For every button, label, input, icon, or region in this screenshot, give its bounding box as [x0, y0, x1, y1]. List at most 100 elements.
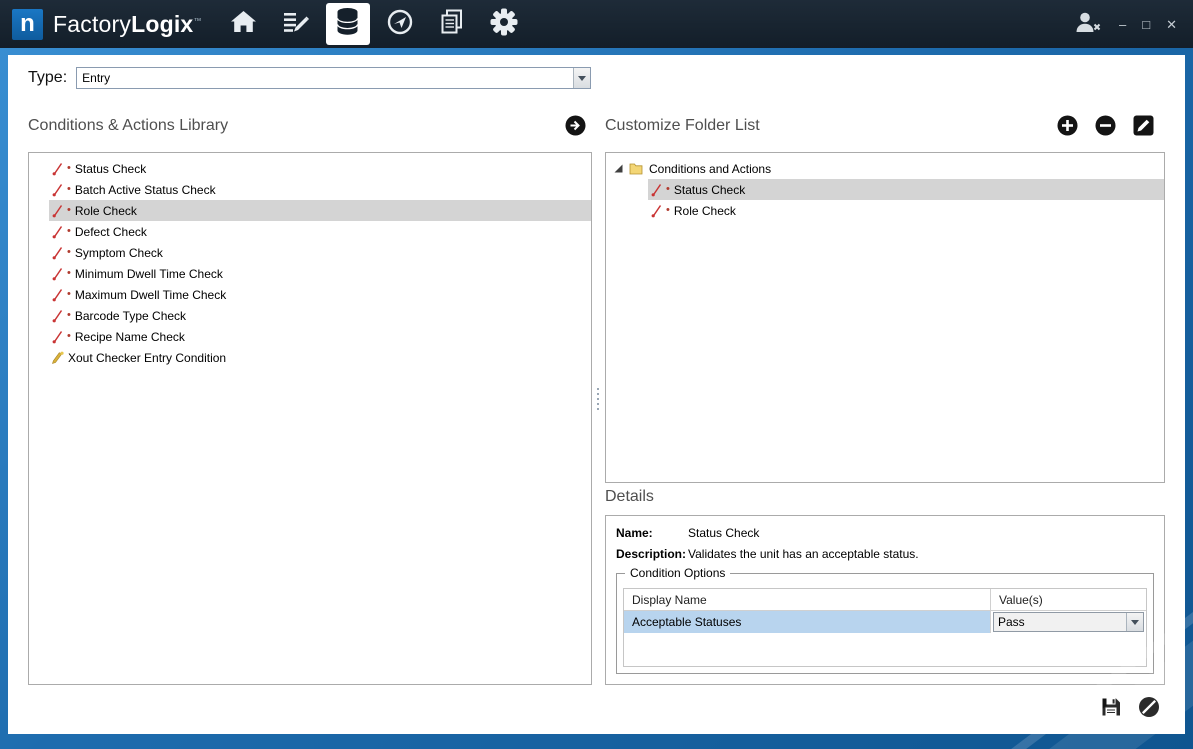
bullet: [666, 184, 670, 195]
column-header-display-name[interactable]: Display Name: [624, 589, 991, 610]
tree-root-label: Conditions and Actions: [649, 162, 771, 176]
trademark: ™: [193, 16, 201, 25]
condition-icon: [51, 225, 64, 239]
list-item-label: Recipe Name Check: [75, 330, 185, 344]
settings-gear-icon: [490, 8, 518, 41]
user-signout-icon: [1074, 11, 1101, 38]
list-item[interactable]: Symptom Check: [49, 242, 591, 263]
home-icon: [230, 10, 257, 38]
tree-item-selected[interactable]: Status Check: [648, 179, 1164, 200]
bullet: [67, 331, 71, 342]
navigator-button[interactable]: [378, 3, 422, 45]
type-dropdown-value: Entry: [77, 68, 573, 88]
folder-list-title: Customize Folder List: [605, 117, 760, 135]
list-item-label: Status Check: [75, 162, 146, 176]
tree-item-label: Status Check: [674, 183, 745, 197]
condition-icon: [51, 330, 64, 344]
remove-button[interactable]: [1095, 115, 1116, 136]
list-item[interactable]: Minimum Dwell Time Check: [49, 263, 591, 284]
add-button[interactable]: [1057, 115, 1078, 136]
bullet: [67, 163, 71, 174]
tree-item[interactable]: Role Check: [648, 200, 1164, 221]
move-to-folder-button[interactable]: [565, 115, 586, 136]
bullet: [67, 184, 71, 195]
list-item-label: Xout Checker Entry Condition: [68, 351, 226, 365]
type-label: Type:: [28, 69, 67, 87]
titlebar-right: – □ ✕: [1074, 11, 1181, 38]
description-value: Validates the unit has an acceptable sta…: [688, 547, 919, 561]
list-item-label: Symptom Check: [75, 246, 163, 260]
library-database-icon: [336, 7, 359, 41]
detail-description-row: Description: Validates the unit has an a…: [616, 547, 1154, 561]
minimize-button[interactable]: –: [1119, 18, 1126, 31]
condition-icon: [51, 267, 64, 281]
value-dropdown-value: Pass: [994, 613, 1126, 631]
main-content: Type: Entry Conditions & Actions Library…: [8, 55, 1185, 734]
condition-options-table: Display Name Value(s) Acceptable Statuse…: [623, 588, 1147, 667]
details-panel: Name: Status Check Description: Validate…: [605, 515, 1165, 685]
documents-icon: [440, 9, 464, 40]
navigator-icon: [387, 9, 413, 40]
app-window: n FactoryLogix™: [0, 0, 1193, 749]
bullet: [67, 226, 71, 237]
bullet: [67, 268, 71, 279]
panel-splitter[interactable]: [597, 388, 599, 410]
edit-button[interactable]: [1133, 115, 1154, 136]
list-item-label: Minimum Dwell Time Check: [75, 267, 223, 281]
list-item-label: Role Check: [75, 204, 137, 218]
cancel-button[interactable]: [1138, 696, 1160, 718]
close-button[interactable]: ✕: [1166, 18, 1177, 31]
bullet: [666, 205, 670, 216]
list-item-label: Barcode Type Check: [75, 309, 186, 323]
logo-letter: n: [20, 10, 35, 38]
name-value: Status Check: [688, 526, 759, 540]
conditions-library-list: Status Check Batch Active Status Check R…: [28, 152, 592, 685]
sign-out-button[interactable]: [1074, 11, 1101, 38]
list-item[interactable]: Status Check: [49, 158, 591, 179]
condition-options-group: Condition Options Display Name Value(s) …: [616, 573, 1154, 674]
condition-icon: [51, 162, 64, 176]
condition-icon: [650, 183, 663, 197]
bullet: [67, 205, 71, 216]
tree-item-root[interactable]: Conditions and Actions: [606, 158, 1164, 179]
condition-options-title: Condition Options: [625, 566, 730, 580]
type-dropdown[interactable]: Entry: [76, 67, 591, 89]
column-header-values[interactable]: Value(s): [991, 589, 1146, 610]
expander-icon[interactable]: [614, 164, 623, 173]
condition-icon: [51, 204, 64, 218]
list-item[interactable]: Batch Active Status Check: [49, 179, 591, 200]
list-item-label: Maximum Dwell Time Check: [75, 288, 226, 302]
process-editor-button[interactable]: [274, 3, 318, 45]
save-button[interactable]: [1100, 696, 1122, 718]
list-item[interactable]: Maximum Dwell Time Check: [49, 284, 591, 305]
home-button[interactable]: [222, 3, 266, 45]
documents-button[interactable]: [430, 3, 474, 45]
titlebar: n FactoryLogix™: [0, 0, 1193, 48]
table-header: Display Name Value(s): [624, 589, 1146, 611]
list-item[interactable]: Recipe Name Check: [49, 326, 591, 347]
brand-bold: Logix: [131, 11, 193, 37]
brand-regular: Factory: [53, 11, 131, 37]
folder-tree: Conditions and Actions Status Check Role…: [605, 152, 1165, 483]
option-display-name-cell[interactable]: Acceptable Statuses: [624, 611, 991, 633]
main-toolbar: [222, 3, 526, 45]
list-item[interactable]: Barcode Type Check: [49, 305, 591, 326]
bullet: [67, 247, 71, 258]
settings-button[interactable]: [482, 3, 526, 45]
library-tab-button[interactable]: [326, 3, 370, 45]
chevron-down-icon[interactable]: [1126, 613, 1143, 631]
type-row: Type: Entry: [28, 67, 591, 89]
app-title: FactoryLogix™: [53, 11, 202, 38]
list-item[interactable]: Xout Checker Entry Condition: [49, 347, 591, 368]
chevron-down-icon[interactable]: [573, 68, 590, 88]
folder-icon: [629, 162, 643, 175]
condition-icon: [51, 288, 64, 302]
bullet: [67, 289, 71, 300]
xout-stamp-icon: [51, 351, 64, 365]
condition-icon: [51, 309, 64, 323]
list-item[interactable]: Defect Check: [49, 221, 591, 242]
maximize-button[interactable]: □: [1142, 18, 1150, 31]
table-row: Acceptable Statuses Pass: [624, 611, 1146, 633]
value-dropdown[interactable]: Pass: [993, 612, 1144, 632]
list-item-selected[interactable]: Role Check: [49, 200, 591, 221]
